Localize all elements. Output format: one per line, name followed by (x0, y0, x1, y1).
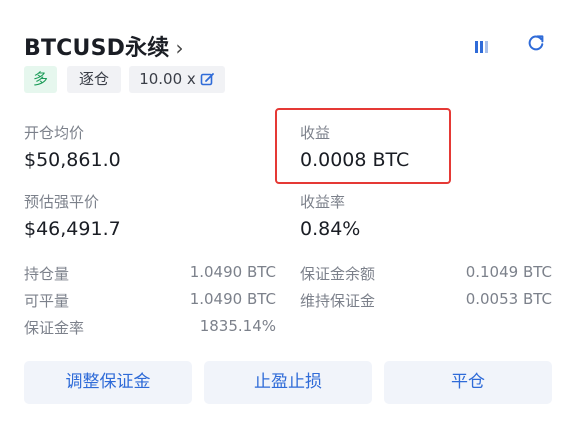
liq-price-label: 预估强平价 (24, 193, 100, 211)
chevron-right-icon: › (175, 36, 184, 60)
pnl-rate-value: 0.84% (300, 218, 361, 240)
side-badge: 多 (24, 66, 57, 93)
tp-sl-button[interactable]: 止盈止损 (204, 361, 372, 404)
pause-bars-icon[interactable] (475, 38, 490, 53)
edit-icon (200, 73, 214, 86)
margin-ratio-value: 1835.14% (199, 317, 276, 335)
maint-margin-label: 维持保证金 (300, 292, 376, 310)
margin-ratio-label: 保证金率 (24, 319, 85, 337)
closable-value: 1.0490 BTC (189, 290, 276, 308)
open-price-label: 开仓均价 (24, 124, 85, 142)
adjust-margin-button[interactable]: 调整保证金 (24, 361, 192, 404)
page-title[interactable]: BTCUSD永续 › (24, 30, 184, 62)
margin-mode-badge: 逐仓 (67, 66, 121, 93)
margin-balance-label: 保证金余额 (300, 265, 376, 283)
refresh-icon[interactable] (527, 34, 545, 52)
position-label: 持仓量 (24, 265, 70, 283)
leverage-value: 10.00 x (139, 70, 196, 88)
position-value: 1.0490 BTC (189, 263, 276, 281)
highlight-box (275, 108, 451, 184)
closable-label: 可平量 (24, 292, 70, 310)
contract-name: BTCUSD永续 (24, 36, 170, 61)
liq-price-value: $46,491.7 (24, 218, 121, 240)
maint-margin-value: 0.0053 BTC (465, 290, 552, 308)
open-price-value: $50,861.0 (24, 149, 121, 171)
close-position-button[interactable]: 平仓 (384, 361, 552, 404)
margin-balance-value: 0.1049 BTC (465, 263, 552, 281)
pnl-rate-label: 收益率 (300, 193, 346, 211)
leverage-button[interactable]: 10.00 x (129, 66, 225, 93)
